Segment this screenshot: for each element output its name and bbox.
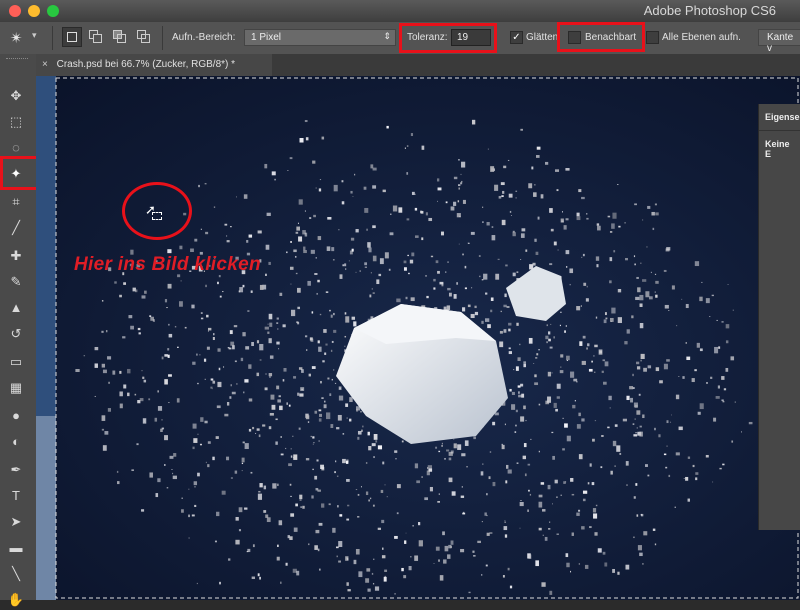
intersect-selection-button[interactable] [134,27,154,47]
new-selection-button[interactable] [62,27,82,47]
close-window-button[interactable] [9,5,21,17]
magic-wand-highlight [0,156,40,190]
move-tool-icon[interactable]: ✥ [4,86,28,106]
document-tab-title: Crash.psd bei 66.7% (Zucker, RGB/8*) * [56,59,236,70]
magic-wand-icon[interactable]: ✴ [10,29,23,47]
close-tab-icon[interactable]: × [42,59,48,70]
minimize-window-button[interactable] [28,5,40,17]
marquee-tool-icon[interactable]: ⬚ [4,112,28,132]
options-bar: ✴ ▾ Aufn.-Bereich: 1 Pixel ⇕ Toleranz: 1… [0,22,800,55]
sample-size-select[interactable]: 1 Pixel ⇕ [244,29,396,46]
zoom-window-button[interactable] [47,5,59,17]
eraser-tool-icon[interactable]: ▭ [4,352,28,372]
refine-edge-button[interactable]: Kante v [758,29,800,54]
contiguous-highlight [557,22,645,52]
divider [162,26,163,50]
document-tabbar: × Crash.psd bei 66.7% (Zucker, RGB/8*) * [36,54,800,76]
shape-tool-icon[interactable]: ▬ [4,538,28,558]
history-brush-tool-icon[interactable]: ↺ [4,324,28,344]
properties-panel-title: Eigense [759,104,800,131]
select-arrows-icon: ⇕ [383,31,391,41]
subtract-from-selection-button[interactable] [110,27,130,47]
tolerance-highlight [399,23,497,53]
document-tab[interactable]: × Crash.psd bei 66.7% (Zucker, RGB/8*) * [36,54,272,76]
all-layers-checkbox[interactable] [646,31,659,44]
antialias-checkbox[interactable]: ✓ [510,31,523,44]
click-target-circle [122,182,192,240]
sample-size-label: Aufn.-Bereich: [172,32,236,43]
tools-panel: ✥ ⬚ ◌ ✦ ⌗ ╱ ✚ ✎ ▲ ↺ ▭ ▦ ● ◐ ✒ T ➤ ▬ ╲ ✋ [0,54,40,607]
hand-tool-icon[interactable]: ✋ [4,590,28,610]
chevron-down-icon[interactable]: ▾ [32,30,37,41]
stamp-tool-icon[interactable]: ▲ [4,298,28,318]
properties-panel-content: Keine E [765,139,790,159]
add-to-selection-button[interactable] [86,27,106,47]
healing-tool-icon[interactable]: ✚ [4,246,28,266]
path-selection-tool-icon[interactable]: ➤ [4,512,28,532]
sample-size-value: 1 Pixel [251,32,282,43]
crop-tool-icon[interactable]: ⌗ [4,192,28,212]
divider [52,26,53,50]
properties-panel: Eigense Keine E [758,104,800,530]
blur-tool-icon[interactable]: ● [4,406,28,426]
line-tool-icon[interactable]: ╲ [4,564,28,584]
all-layers-label: Alle Ebenen aufn. [662,32,741,43]
lasso-tool-icon[interactable]: ◌ [4,138,28,158]
window-titlebar: Adobe Photoshop CS6 [0,0,800,22]
pen-tool-icon[interactable]: ✒ [4,460,28,480]
brush-tool-icon[interactable]: ✎ [4,272,28,292]
eyedropper-tool-icon[interactable]: ╱ [4,218,28,238]
instruction-text: Hier ins Bild klicken [74,254,261,275]
dodge-tool-icon[interactable]: ◐ [4,432,28,452]
app-title: Adobe Photoshop CS6 [643,3,776,18]
document-canvas[interactable]: ➚ [36,76,800,600]
antialias-label: Glätten [526,32,559,43]
gradient-tool-icon[interactable]: ▦ [4,378,28,398]
sugar-cube-photo [36,76,800,600]
type-tool-icon[interactable]: T [4,486,28,506]
panel-grip [6,58,28,62]
